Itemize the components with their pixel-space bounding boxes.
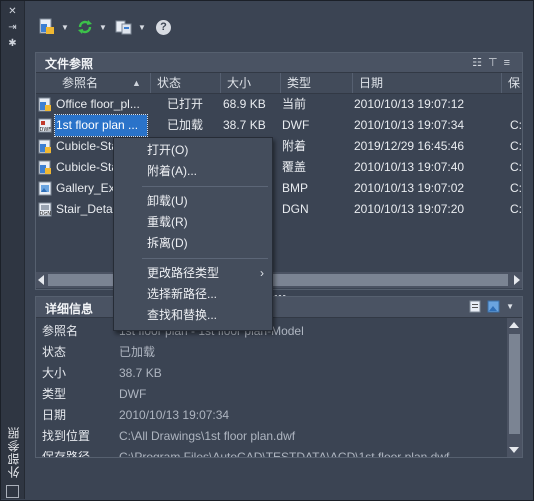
scroll-down-icon[interactable] (509, 446, 519, 454)
reference-row-selected[interactable]: DWF 1st floor plan ... 已加载 38.7 KB DWF 2… (36, 114, 522, 137)
change-path-icon (115, 20, 132, 35)
dgn-icon: DGN (38, 202, 52, 217)
column-header-date[interactable]: 日期 (353, 73, 502, 93)
menu-item-unload[interactable]: 卸载(U) (114, 191, 272, 212)
attach-ref-icon (39, 18, 54, 34)
image-icon (38, 181, 52, 196)
reference-list: Office floor_pl... 已打开 68.9 KB 当前 2010/1… (36, 94, 522, 220)
detail-row-type: 类型 DWF (42, 387, 147, 401)
menu-item-find-replace[interactable]: 查找和替换... (114, 305, 272, 326)
menu-item-reload[interactable]: 重载(R) (114, 212, 272, 233)
column-header-size[interactable]: 大小 (221, 73, 281, 93)
column-header-type[interactable]: 类型 (281, 73, 353, 93)
resize-handle-icon[interactable] (6, 485, 19, 498)
scroll-right-icon[interactable] (513, 275, 521, 285)
menu-item-select-new-path[interactable]: 选择新路径... (114, 284, 272, 305)
toolbar: ▼ ▼ ▼ ? (24, 8, 524, 42)
palette-title-strip[interactable]: ✕ ⇥ ✱ 外部参照 (1, 1, 25, 499)
list-view-icon[interactable]: ☷ (472, 57, 488, 69)
menu-item-change-path-type[interactable]: 更改路径类型 › (114, 263, 272, 284)
properties-icon[interactable]: ✱ (7, 39, 18, 49)
svg-text:DWF: DWF (40, 127, 52, 133)
chevron-down-icon[interactable]: ▼ (138, 23, 146, 32)
detail-row-found-at: 找到位置 C:\All Drawings\1st floor plan.dwf (42, 429, 296, 443)
refresh-button[interactable]: ▼ (76, 17, 107, 37)
dwf-icon: DWF (38, 118, 52, 133)
help-button[interactable]: ? (156, 17, 171, 37)
file-references-header: 文件参照 ☷⊤≡ (36, 53, 522, 73)
column-header-name[interactable]: 参照名 ▲ (36, 73, 151, 93)
reference-row[interactable]: Cubicle-Sta... 覆盖 2010/10/13 19:07:40 C: (36, 157, 522, 178)
menu-separator (142, 258, 268, 259)
reference-row[interactable]: Cubicle-Sta... 附着 2019/12/29 16:45:46 C: (36, 136, 522, 157)
details-view-icon[interactable] (469, 300, 481, 313)
change-path-button[interactable]: ▼ (115, 17, 146, 37)
sort-ascending-icon: ▲ (132, 78, 141, 88)
close-icon[interactable]: ✕ (7, 7, 18, 17)
horizontal-scrollbar[interactable] (36, 272, 522, 288)
auto-hide-icon[interactable]: ⇥ (7, 23, 18, 33)
file-references-panel: 文件参照 ☷⊤≡ 参照名 ▲ 状态 大小 类型 日期 保 Office floo… (35, 52, 523, 290)
column-header-row: 参照名 ▲ 状态 大小 类型 日期 保 (36, 73, 522, 94)
menu-separator (142, 186, 268, 187)
preview-icon[interactable] (487, 300, 500, 313)
dwg-icon (38, 97, 51, 112)
reference-row[interactable]: Gallery_Ext... BMP 2010/10/13 19:07:02 C… (36, 178, 522, 199)
palette-title: 外部参照 (7, 426, 21, 478)
scrollbar-thumb[interactable] (509, 334, 520, 434)
help-icon: ? (156, 19, 171, 35)
context-menu: 打开(O) 附着(A)... 卸载(U) 重载(R) 拆离(D) 更改路径类型 ›… (113, 137, 273, 331)
svg-text:DGN: DGN (40, 211, 52, 217)
column-header-saved-path[interactable]: 保 (502, 73, 522, 93)
submenu-arrow-icon: › (260, 266, 264, 280)
file-references-title: 文件参照 (45, 57, 94, 71)
dwg-icon (38, 160, 51, 175)
reference-row[interactable]: Office floor_pl... 已打开 68.9 KB 当前 2010/1… (36, 94, 522, 115)
detail-row-size: 大小 38.7 KB (42, 366, 162, 380)
menu-item-open[interactable]: 打开(O) (114, 140, 272, 161)
scroll-left-icon[interactable] (37, 275, 45, 285)
chevron-down-icon[interactable]: ▼ (99, 23, 107, 32)
column-header-status[interactable]: 状态 (151, 73, 221, 93)
menu-item-attach[interactable]: 附着(A)... (114, 161, 272, 182)
details-panel: 详细信息 ▼ 参照名 1st floor plan - 1st floor pla… (35, 296, 523, 458)
chevron-down-icon[interactable]: ▼ (506, 302, 514, 311)
details-header: 详细信息 ▼ (36, 297, 522, 318)
details-title: 详细信息 (45, 302, 94, 316)
detail-row-date: 日期 2010/10/13 19:07:34 (42, 408, 230, 422)
tree-view-icon[interactable]: ⊤≡ (488, 57, 516, 69)
scroll-up-icon[interactable] (509, 321, 519, 329)
detail-row-status: 状态 已加载 (42, 345, 156, 359)
chevron-down-icon[interactable]: ▼ (61, 23, 69, 32)
vertical-scrollbar[interactable] (507, 318, 522, 457)
refresh-icon (78, 20, 92, 34)
attach-ref-button[interactable]: ▼ (38, 17, 69, 37)
menu-item-detach[interactable]: 拆离(D) (114, 233, 272, 254)
detail-row-saved-path: 保存路径 C:\Program Files\AutoCAD\TESTDATA\AC… (42, 450, 450, 458)
reference-row[interactable]: DGN Stair_Detail... DGN 2010/10/13 19:07… (36, 199, 522, 220)
dwg-icon (38, 139, 51, 154)
